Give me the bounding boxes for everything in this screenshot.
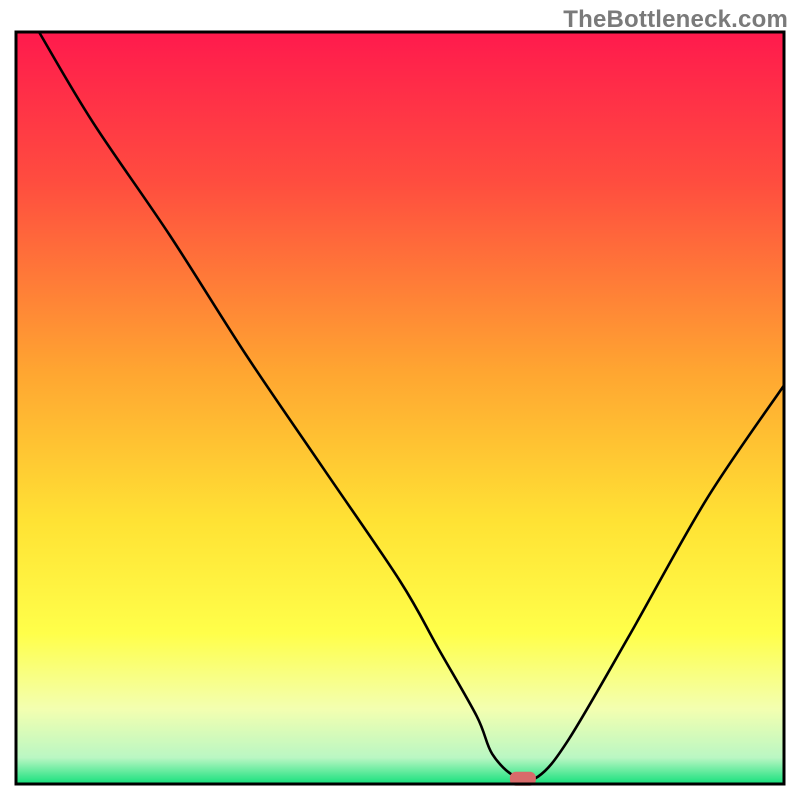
plot-background [16,32,784,784]
watermark-text: TheBottleneck.com [563,6,788,34]
chart-svg [0,0,800,800]
bottleneck-chart: TheBottleneck.com [0,0,800,800]
